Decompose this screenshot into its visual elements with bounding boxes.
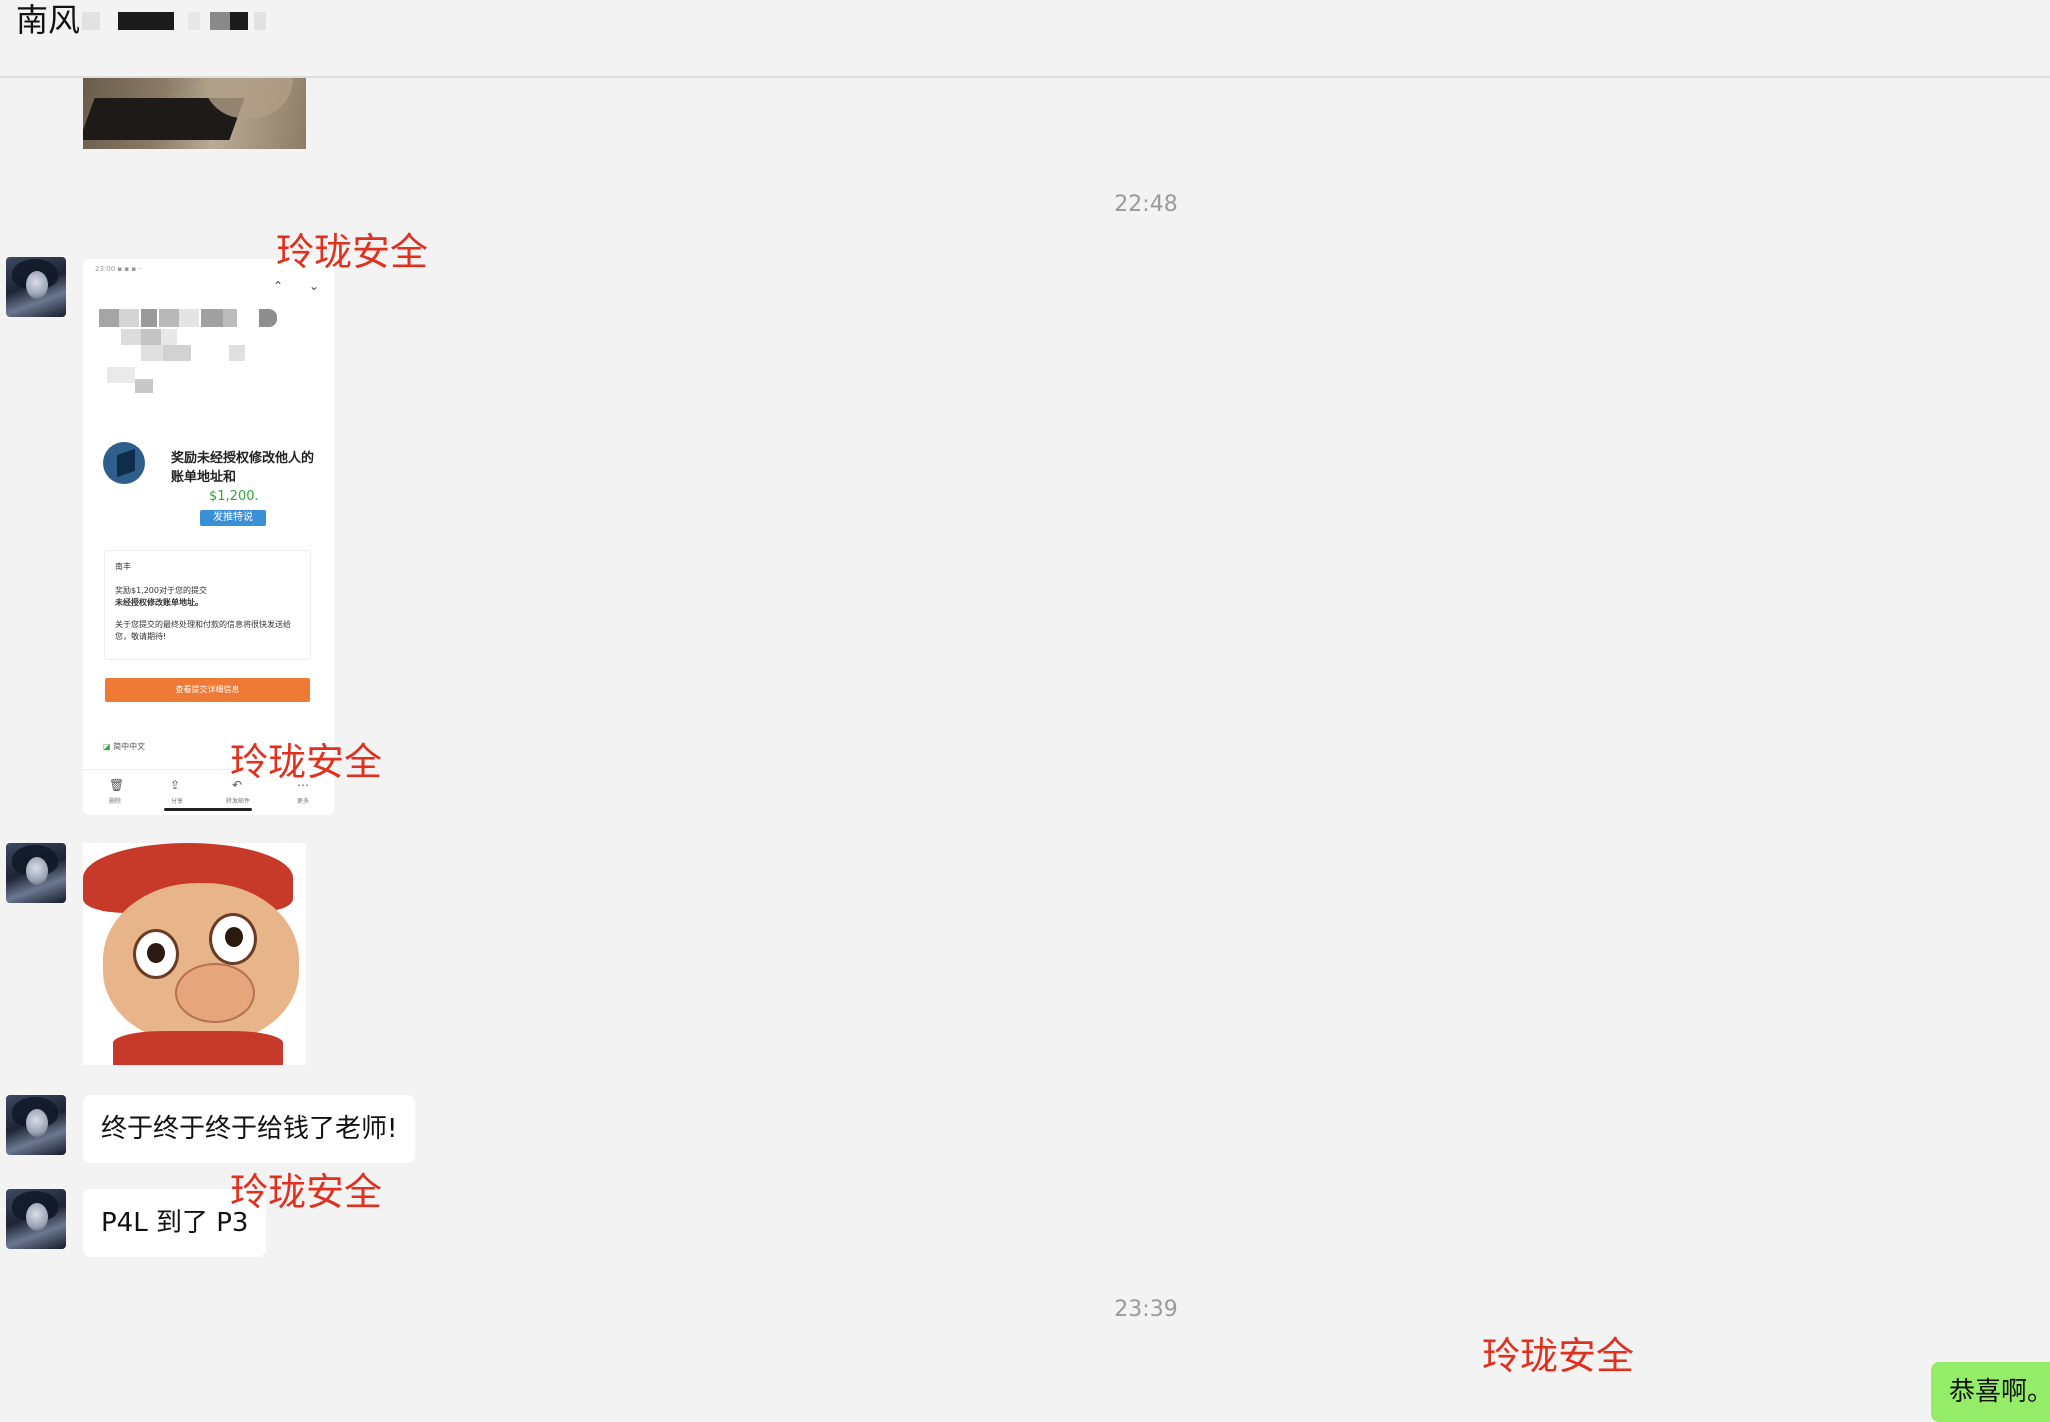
translate-icon: ◪ <box>103 742 111 751</box>
text-message[interactable]: 终于终于终于给钱了老师! <box>83 1095 416 1163</box>
screenshot-message[interactable]: 23:00 ▪ ▪ ▪ ·· ⌃ ⌄ 奖励未经授权修改他人的账单地址和 $1,2… <box>83 259 334 815</box>
watermark: 玲珑安全 <box>276 230 429 274</box>
sticker-pupil-right <box>225 927 243 947</box>
message-card: 南丰 奖励$1,200对于您的提交 未经授权修改账单地址。 关于您提交的最终处理… <box>104 550 311 660</box>
phone-status-bar: 23:00 ▪ ▪ ▪ ·· <box>95 265 143 273</box>
avatar-face <box>26 857 48 885</box>
avatar-face <box>26 1109 48 1137</box>
tab-label: 删除 <box>109 798 122 805</box>
view-submission-button: 查看提交详细信息 <box>105 678 310 702</box>
sticker-snout <box>175 963 255 1023</box>
reward-amount: $1,200. <box>209 489 259 504</box>
card-line1: 奖励$1,200对于您的提交 <box>115 586 207 595</box>
tab-label: 更多 <box>297 798 310 805</box>
share-icon: ⇪ <box>170 778 181 792</box>
avatar-face <box>26 271 48 299</box>
sticker-pupil-left <box>147 943 165 963</box>
translate-label: ◪ 简中中文 <box>103 741 145 752</box>
my-text-message[interactable]: 恭喜啊。 <box>1931 1362 2050 1422</box>
chat-title: 南风 <box>16 1 81 39</box>
timestamp: 23:39 <box>1114 1297 1178 1322</box>
tab-label: 分享 <box>171 798 184 805</box>
avatar[interactable] <box>6 1189 66 1249</box>
timestamp: 22:48 <box>1114 192 1178 217</box>
translate-text: 简中中文 <box>113 742 146 751</box>
avatar[interactable] <box>6 843 66 903</box>
card-line2: 未经授权修改账单地址。 <box>115 598 203 607</box>
card-greeting: 南丰 <box>115 562 131 571</box>
chevron-up-icon: ⌃ <box>273 279 284 293</box>
card-line3: 关于您提交的最终处理和付款的信息将很快发送给您，敬请期待! <box>115 620 291 641</box>
photo-message[interactable] <box>83 78 306 149</box>
watermark: 玲珑安全 <box>1482 1334 1635 1378</box>
avatar-face <box>26 1203 48 1231</box>
watermark: 玲珑安全 <box>230 740 383 784</box>
chevron-down-icon: ⌄ <box>309 279 320 293</box>
avatar[interactable] <box>6 257 66 317</box>
avatar[interactable] <box>6 1095 66 1155</box>
home-indicator <box>164 808 252 811</box>
sticker-message[interactable] <box>83 843 306 1065</box>
chat-header: 南风 <box>0 0 2050 78</box>
reward-headline: 奖励未经授权修改他人的账单地址和 <box>171 451 315 485</box>
tweet-button: 发推特说 <box>200 510 266 526</box>
company-logo <box>103 442 145 484</box>
trash-icon: 🗑 <box>109 778 125 792</box>
watermark: 玲珑安全 <box>230 1170 383 1214</box>
sticker-body <box>113 1031 283 1065</box>
tab-label: 转发邮件 <box>226 798 251 805</box>
